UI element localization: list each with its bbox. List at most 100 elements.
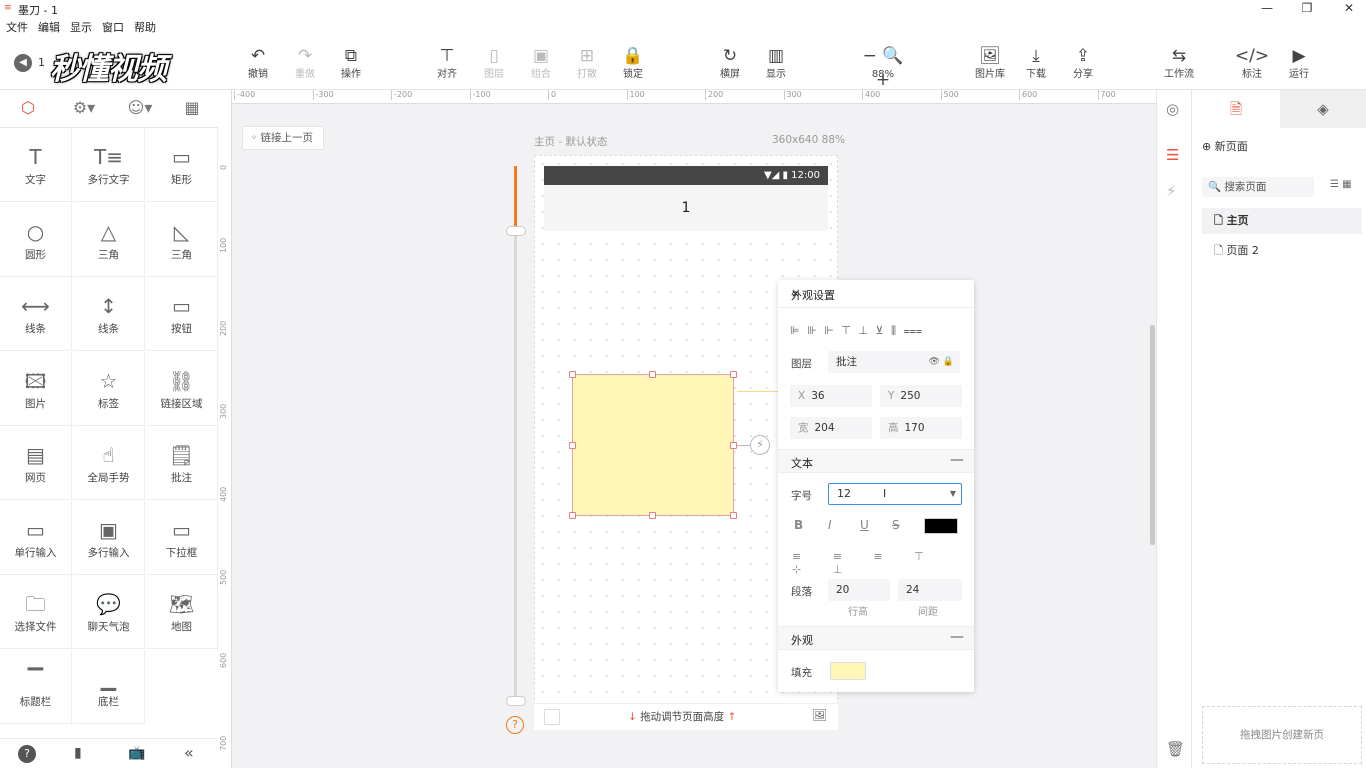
- target-icon[interactable]: ◎: [1166, 100, 1179, 118]
- video-icon[interactable]: 📺: [128, 745, 145, 761]
- align-distribute-icons[interactable]: ⊫ ⊪ ⊩ ⊤ ⊥ ⊻ ⫼ ⩶: [790, 324, 924, 338]
- new-page-button[interactable]: ⊕ 新页面: [1202, 138, 1248, 154]
- interaction-lightning-icon[interactable]: ⚡: [1166, 182, 1177, 200]
- slider-bottom-handle[interactable]: [506, 696, 526, 706]
- image-drop-zone[interactable]: 拖拽图片创建新页: [1202, 706, 1362, 764]
- tab-icons-icon[interactable]: ☺▾: [120, 98, 160, 117]
- page-item-2[interactable]: 🗋 页面 2: [1202, 238, 1362, 264]
- toolbar-zoom-button[interactable]: − 🔍 +88%: [860, 44, 906, 90]
- text-color-swatch[interactable]: [924, 518, 958, 534]
- component-11[interactable]: ⛓ 链接区域: [146, 351, 218, 426]
- spacing-field[interactable]: 24: [898, 579, 962, 601]
- height-field[interactable]: 高 170: [880, 417, 962, 439]
- toolbar-layer-button[interactable]: ▯ 图层: [471, 44, 517, 82]
- toolbar-lock-button[interactable]: 🔒 锁定: [610, 44, 656, 82]
- resize-handle-e[interactable]: [730, 442, 737, 449]
- tab-widgets-icon[interactable]: ⚙▾: [64, 98, 104, 117]
- component-1[interactable]: T≡ 多行文字: [73, 128, 145, 202]
- component-7[interactable]: ↕ 线条: [73, 277, 145, 351]
- list-view-icons[interactable]: ☰ ▦: [1330, 179, 1352, 190]
- component-9[interactable]: 🖾 图片: [0, 351, 72, 426]
- slider-top-handle[interactable]: [506, 226, 526, 236]
- tab-templates-icon[interactable]: ▦: [172, 98, 212, 117]
- strikethrough-button[interactable]: S: [892, 518, 900, 532]
- appearance-collapse-icon[interactable]: —: [950, 629, 964, 645]
- resize-handle-nw[interactable]: [569, 371, 576, 378]
- menu-view[interactable]: 显示: [70, 18, 92, 38]
- component-8[interactable]: ▭ 按钮: [146, 277, 218, 351]
- y-field[interactable]: Y 250: [880, 385, 962, 407]
- canvas-vertical-scrollbar[interactable]: [1150, 325, 1155, 545]
- toolbar-undo-button[interactable]: ↶ 撤销: [235, 44, 281, 82]
- phone-nav-title[interactable]: 1: [544, 185, 828, 231]
- docs-icon[interactable]: ▮: [74, 745, 82, 761]
- resize-handle-n[interactable]: [649, 371, 656, 378]
- toolbar-ungroup-button[interactable]: ⊞ 打散: [564, 44, 610, 82]
- resize-handle-w[interactable]: [569, 442, 576, 449]
- component-5[interactable]: ◺ 三角: [146, 202, 218, 277]
- component-13[interactable]: ☝ 全局手势: [73, 426, 145, 500]
- add-link-lightning-icon[interactable]: ⚡: [750, 435, 770, 455]
- component-10[interactable]: ☆ 标签: [73, 351, 145, 426]
- minimize-button[interactable]: —: [1252, 0, 1282, 16]
- collapse-panel-icon[interactable]: «: [184, 743, 194, 762]
- restore-button[interactable]: ❐: [1292, 0, 1322, 16]
- close-button[interactable]: ✕: [1334, 0, 1364, 16]
- component-19[interactable]: 💬 聊天气泡: [73, 575, 145, 649]
- component-17[interactable]: ▭ 下拉框: [146, 500, 218, 575]
- component-22[interactable]: ▁ 底栏: [73, 649, 145, 724]
- page-back-button[interactable]: ◀: [14, 54, 32, 72]
- menu-help[interactable]: 帮助: [134, 18, 156, 38]
- toolbar-display-button[interactable]: ▥ 显示: [753, 44, 799, 82]
- text-collapse-icon[interactable]: —: [950, 452, 964, 468]
- component-14[interactable]: 🗒 批注: [146, 426, 218, 500]
- resize-handle-ne[interactable]: [730, 371, 737, 378]
- component-20[interactable]: 🗺 地图: [146, 575, 218, 649]
- menu-file[interactable]: 文件: [6, 18, 28, 38]
- background-image-icon[interactable]: 🖼: [812, 708, 827, 722]
- toolbar-ops-button[interactable]: ⧉ 操作: [328, 44, 374, 82]
- help-icon[interactable]: ?: [18, 745, 36, 763]
- line-height-field[interactable]: 20: [828, 579, 890, 601]
- toolbar-run-button[interactable]: ▶ 运行: [1276, 44, 1322, 82]
- layer-name-field[interactable]: 批注 👁 🔒: [828, 351, 960, 373]
- component-6[interactable]: ⟷ 线条: [0, 277, 72, 351]
- resize-handle-se[interactable]: [730, 512, 737, 519]
- component-2[interactable]: ▭ 矩形: [146, 128, 218, 202]
- link-previous-page-button[interactable]: ◦ 链接上一页: [242, 126, 324, 150]
- panel-close-icon[interactable]: ×: [791, 287, 966, 300]
- text-section-header[interactable]: 文本 —: [778, 449, 974, 473]
- underline-button[interactable]: U: [860, 518, 869, 532]
- footer-checkbox[interactable]: [544, 709, 560, 725]
- fill-color-swatch[interactable]: [830, 662, 866, 680]
- drag-height-hint[interactable]: ↓ 拖动调节页面高度 ↑: [628, 709, 736, 724]
- width-field[interactable]: 宽 204: [790, 417, 872, 439]
- component-4[interactable]: △ 三角: [73, 202, 145, 277]
- component-15[interactable]: ▭ 单行输入: [0, 500, 72, 575]
- font-size-select[interactable]: 12 I ▼: [828, 483, 962, 505]
- canvas-help-icon[interactable]: ?: [506, 716, 524, 734]
- toolbar-gallery-button[interactable]: 🖼 图片库: [967, 44, 1013, 82]
- component-18[interactable]: 🗀 选择文件: [0, 575, 72, 649]
- x-field[interactable]: X 36: [790, 385, 872, 407]
- component-16[interactable]: ▣ 多行输入: [73, 500, 145, 575]
- toolbar-share-button[interactable]: ⇪ 分享: [1060, 44, 1106, 82]
- visibility-lock-icons[interactable]: 👁 🔒: [929, 351, 955, 373]
- text-align-icons[interactable]: ≡ ≡ ≡ ⊤ ⊹ ⊥: [792, 550, 974, 576]
- sticky-note-element[interactable]: [572, 374, 734, 516]
- toolbar-group-button[interactable]: ▣ 组合: [518, 44, 564, 82]
- trash-icon[interactable]: 🗑: [1166, 740, 1185, 758]
- toolbar-annotate-button[interactable]: </> 标注: [1229, 44, 1275, 82]
- bold-button[interactable]: B: [794, 518, 803, 532]
- search-pages-input[interactable]: 🔍 搜索页面: [1202, 177, 1314, 197]
- component-0[interactable]: T 文字: [0, 128, 72, 202]
- italic-button[interactable]: I: [828, 518, 832, 532]
- tab-components-icon[interactable]: ⬡: [8, 98, 48, 117]
- component-21[interactable]: ▔ 标题栏: [0, 649, 72, 724]
- layers-tab-icon[interactable]: ◈: [1280, 90, 1366, 128]
- component-3[interactable]: ○ 圆形: [0, 202, 72, 277]
- toolbar-landscape-button[interactable]: ↻ 横屏: [707, 44, 753, 82]
- toolbar-workflow-button[interactable]: ⇆ 工作流: [1156, 44, 1202, 82]
- appearance-section-header[interactable]: 外观 —: [778, 626, 974, 650]
- page-item-main[interactable]: 🗋 主页: [1202, 208, 1362, 234]
